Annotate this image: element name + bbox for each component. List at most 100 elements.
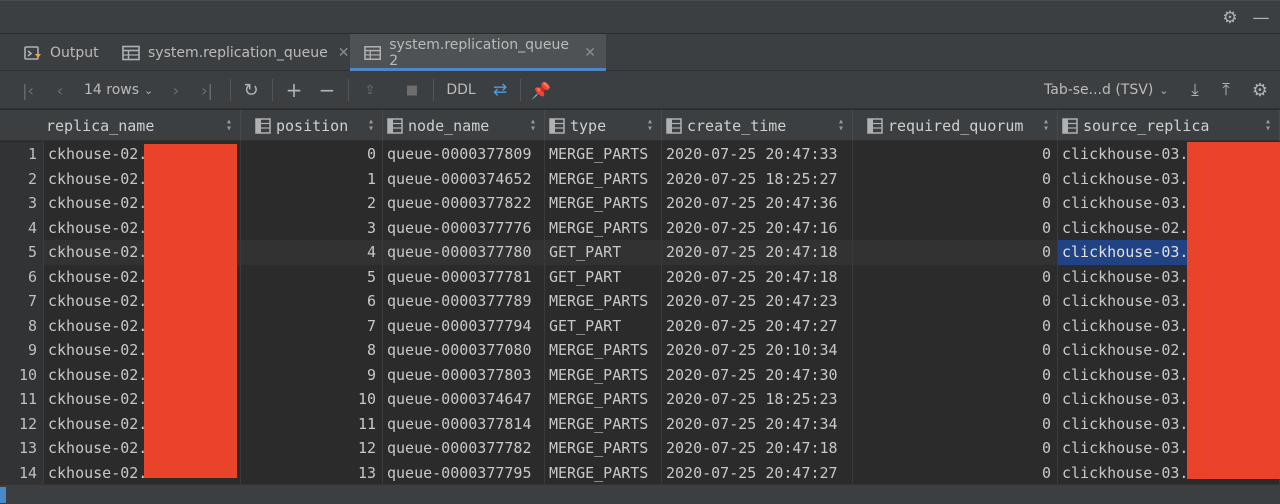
cell-type[interactable]: GET_PART: [545, 313, 662, 338]
cell-required-quorum[interactable]: 0: [853, 142, 1058, 167]
column-header-required-quorum[interactable]: required_quorum ▴ ▾: [853, 110, 1058, 141]
cell-create-time[interactable]: 2020-07-25 20:47:27: [662, 460, 853, 484]
close-icon[interactable]: ✕: [338, 45, 350, 61]
cell-create-time[interactable]: 2020-07-25 20:47:30: [662, 362, 853, 387]
cell-type[interactable]: MERGE_PARTS: [545, 387, 662, 412]
cell-node-name[interactable]: queue-0000377822: [383, 191, 545, 216]
cell-position[interactable]: 11: [241, 411, 383, 436]
sort-icon[interactable]: ▴ ▾: [647, 117, 653, 134]
cell-node-name[interactable]: queue-0000377795: [383, 460, 545, 484]
tab-replication-queue[interactable]: system.replication_queue ✕: [116, 34, 361, 71]
compare-icon[interactable]: ⇄: [488, 78, 512, 102]
previous-page-icon[interactable]: ‹: [50, 78, 70, 102]
column-header-position[interactable]: position ▴ ▾: [241, 110, 383, 141]
cell-type[interactable]: MERGE_PARTS: [545, 411, 662, 436]
cell-position[interactable]: 1: [241, 166, 383, 191]
column-header-replica-name[interactable]: replica_name ▴ ▾: [0, 110, 241, 141]
cell-node-name[interactable]: queue-0000377814: [383, 411, 545, 436]
cell-required-quorum[interactable]: 0: [853, 460, 1058, 484]
cell-create-time[interactable]: 2020-07-25 20:10:34: [662, 338, 853, 363]
ddl-button[interactable]: DDL: [444, 78, 478, 102]
cell-type[interactable]: MERGE_PARTS: [545, 436, 662, 461]
cell-node-name[interactable]: queue-0000377782: [383, 436, 545, 461]
cell-position[interactable]: 13: [241, 460, 383, 484]
cell-node-name[interactable]: queue-0000377781: [383, 264, 545, 289]
column-header-create-time[interactable]: create_time ▴ ▾: [662, 110, 853, 141]
tab-replication-queue-2[interactable]: system.replication_queue 2 ✕: [350, 34, 606, 71]
column-header-type[interactable]: type ▴ ▾: [545, 110, 662, 141]
cell-create-time[interactable]: 2020-07-25 20:47:18: [662, 436, 853, 461]
sort-icon[interactable]: ▴ ▾: [838, 117, 844, 134]
cell-required-quorum[interactable]: 0: [853, 313, 1058, 338]
cell-node-name[interactable]: queue-0000377803: [383, 362, 545, 387]
cell-create-time[interactable]: 2020-07-25 20:47:18: [662, 240, 853, 265]
cell-create-time[interactable]: 2020-07-25 20:47:27: [662, 313, 853, 338]
download-icon[interactable]: ⤓: [1184, 78, 1206, 102]
cell-node-name[interactable]: queue-0000374652: [383, 166, 545, 191]
cell-node-name[interactable]: queue-0000377789: [383, 289, 545, 314]
sort-icon[interactable]: ▴ ▾: [368, 117, 374, 134]
column-header-node-name[interactable]: node_name ▴ ▾: [383, 110, 545, 141]
cell-required-quorum[interactable]: 0: [853, 436, 1058, 461]
cell-create-time[interactable]: 2020-07-25 20:47:23: [662, 289, 853, 314]
sort-icon[interactable]: ▴ ▾: [530, 117, 536, 134]
cell-position[interactable]: 5: [241, 264, 383, 289]
first-page-icon[interactable]: |‹: [18, 78, 38, 102]
cell-required-quorum[interactable]: 0: [853, 166, 1058, 191]
sort-icon[interactable]: ▴ ▾: [1265, 117, 1271, 134]
gear-icon[interactable]: ⚙: [1219, 7, 1241, 29]
column-header-source-replica[interactable]: source_replica ▴ ▾: [1058, 110, 1280, 141]
pin-icon[interactable]: 📌: [530, 78, 552, 102]
last-page-icon[interactable]: ›|: [196, 78, 218, 102]
cell-position[interactable]: 4: [241, 240, 383, 265]
cell-create-time[interactable]: 2020-07-25 20:47:18: [662, 264, 853, 289]
add-row-icon[interactable]: +: [283, 78, 305, 102]
cell-position[interactable]: 12: [241, 436, 383, 461]
cell-create-time[interactable]: 2020-07-25 20:47:34: [662, 411, 853, 436]
cell-position[interactable]: 9: [241, 362, 383, 387]
cell-required-quorum[interactable]: 0: [853, 289, 1058, 314]
cell-type[interactable]: MERGE_PARTS: [545, 215, 662, 240]
cell-position[interactable]: 6: [241, 289, 383, 314]
cell-position[interactable]: 2: [241, 191, 383, 216]
settings-icon[interactable]: ⚙: [1249, 78, 1271, 102]
cell-node-name[interactable]: queue-0000377776: [383, 215, 545, 240]
cell-create-time[interactable]: 2020-07-25 18:25:27: [662, 166, 853, 191]
cell-required-quorum[interactable]: 0: [853, 240, 1058, 265]
cell-create-time[interactable]: 2020-07-25 20:47:33: [662, 142, 853, 167]
cell-node-name[interactable]: queue-0000374647: [383, 387, 545, 412]
rows-count-dropdown[interactable]: 14 rows ⌄: [84, 78, 156, 102]
cell-position[interactable]: 3: [241, 215, 383, 240]
cell-position[interactable]: 7: [241, 313, 383, 338]
cell-position[interactable]: 0: [241, 142, 383, 167]
cell-create-time[interactable]: 2020-07-25 18:25:23: [662, 387, 853, 412]
cell-position[interactable]: 10: [241, 387, 383, 412]
cell-node-name[interactable]: queue-0000377780: [383, 240, 545, 265]
cell-create-time[interactable]: 2020-07-25 20:47:16: [662, 215, 853, 240]
cell-required-quorum[interactable]: 0: [853, 411, 1058, 436]
sort-icon[interactable]: ▴ ▾: [1043, 117, 1049, 134]
cell-required-quorum[interactable]: 0: [853, 387, 1058, 412]
cell-node-name[interactable]: queue-0000377794: [383, 313, 545, 338]
cell-node-name[interactable]: queue-0000377080: [383, 338, 545, 363]
cell-required-quorum[interactable]: 0: [853, 338, 1058, 363]
refresh-icon[interactable]: ↻: [240, 78, 262, 102]
cell-type[interactable]: MERGE_PARTS: [545, 338, 662, 363]
cell-create-time[interactable]: 2020-07-25 20:47:36: [662, 191, 853, 216]
cell-type[interactable]: GET_PART: [545, 240, 662, 265]
cell-position[interactable]: 8: [241, 338, 383, 363]
next-page-icon[interactable]: ›: [166, 78, 186, 102]
sort-icon[interactable]: ▴ ▾: [226, 117, 232, 134]
close-icon[interactable]: ✕: [584, 45, 596, 61]
minimize-icon[interactable]: —: [1250, 7, 1272, 29]
cell-type[interactable]: MERGE_PARTS: [545, 166, 662, 191]
cell-node-name[interactable]: queue-0000377809: [383, 142, 545, 167]
cell-type[interactable]: MERGE_PARTS: [545, 142, 662, 167]
submit-changes-icon[interactable]: ⇪: [359, 78, 381, 102]
cell-required-quorum[interactable]: 0: [853, 191, 1058, 216]
cell-type[interactable]: MERGE_PARTS: [545, 362, 662, 387]
cell-type[interactable]: GET_PART: [545, 264, 662, 289]
cell-required-quorum[interactable]: 0: [853, 362, 1058, 387]
stop-icon[interactable]: ■: [401, 78, 423, 102]
export-format-dropdown[interactable]: Tab-se...d (TSV) ⌄: [1044, 78, 1170, 102]
